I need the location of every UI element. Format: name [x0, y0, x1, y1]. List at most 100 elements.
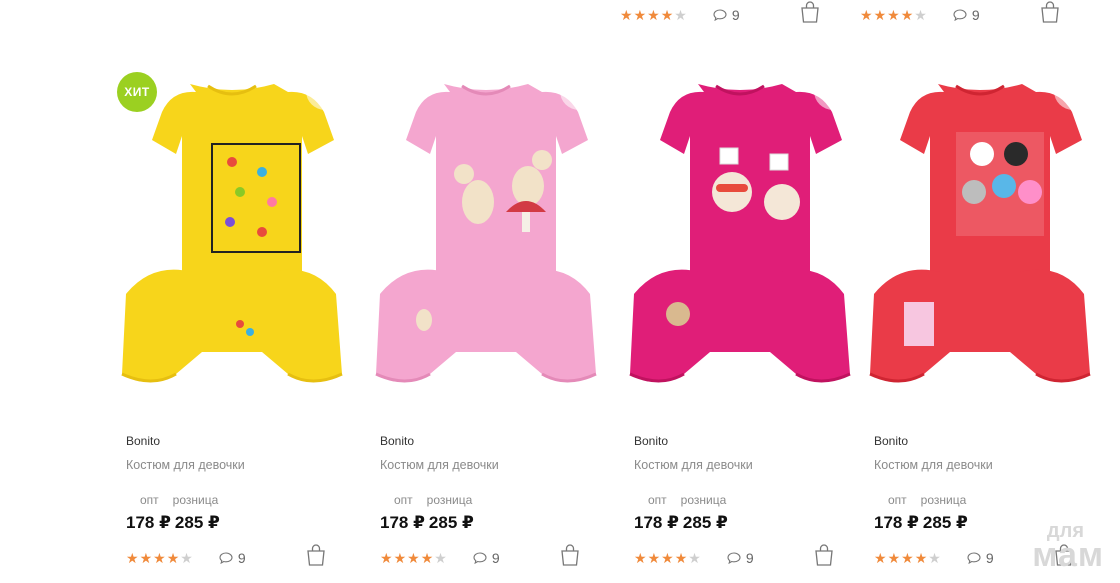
rating-stars: ★ ★ ★ ★ ★ — [634, 551, 701, 565]
favorite-button[interactable] — [560, 72, 598, 110]
star-icon: ★ — [139, 550, 153, 566]
product-meta: ★ ★ ★ ★ ★ 9 — [874, 548, 994, 568]
star-icon: ★ — [647, 550, 661, 566]
star-icon: ★ — [901, 550, 914, 566]
product-name[interactable]: Костюм для девочки — [380, 458, 499, 472]
comment-icon — [713, 9, 727, 21]
heart-icon — [824, 82, 842, 100]
comments-count: 9 — [237, 550, 246, 566]
price-opt: 178 ₽ — [380, 513, 425, 532]
favorite-button[interactable] — [814, 72, 852, 110]
star-icon: ★ — [380, 550, 393, 566]
shopping-bag-icon[interactable] — [813, 543, 835, 567]
star-icon: ★ — [647, 7, 660, 23]
comment-icon — [967, 552, 981, 564]
opt-label: опт — [888, 493, 907, 507]
comments-link[interactable]: 9 — [967, 550, 994, 566]
product-photo[interactable] — [366, 62, 606, 402]
star-icon: ★ — [887, 550, 901, 566]
product-meta: ★ ★ ★ ★ ★ 9 — [634, 548, 754, 568]
shopping-bag-icon[interactable] — [305, 543, 327, 567]
star-icon: ★ — [634, 550, 647, 566]
product-name[interactable]: Костюм для девочки — [634, 458, 753, 472]
product-photo[interactable] — [860, 62, 1100, 402]
product-card[interactable]: Bonito Костюм для девочки опт розница 17… — [366, 62, 606, 577]
star-icon: ★ — [153, 550, 166, 566]
star-icon: ★ — [660, 7, 674, 23]
product-brand[interactable]: Bonito — [380, 434, 414, 448]
product-photo[interactable] — [620, 62, 860, 402]
favorite-button[interactable] — [306, 72, 344, 110]
star-icon: ★ — [887, 7, 900, 23]
comments-link[interactable]: 9 — [953, 7, 980, 23]
product-card[interactable]: Bonito Костюм для девочки опт розница 17… — [860, 62, 1100, 577]
comments-count: 9 — [745, 550, 754, 566]
prices: 178 ₽ 285 ₽ — [634, 513, 728, 533]
shopping-bag-icon[interactable] — [1039, 0, 1061, 24]
opt-label: опт — [140, 493, 159, 507]
star-icon: ★ — [873, 7, 887, 23]
star-icon: ★ — [166, 550, 180, 566]
comments-count: 9 — [731, 7, 740, 23]
rating-stars: ★ ★ ★ ★ ★ — [126, 551, 193, 565]
product-card[interactable]: ХИТ Bonito Костюм для девочки опт розниц… — [112, 62, 352, 577]
star-icon: ★ — [420, 550, 434, 566]
star-icon: ★ — [620, 7, 633, 23]
star-icon: ★ — [674, 7, 687, 23]
top-meta-1: ★ ★ ★ ★ ★ 9 — [620, 4, 740, 26]
product-card[interactable]: Bonito Костюм для девочки опт розница 17… — [620, 62, 860, 577]
star-icon: ★ — [633, 7, 647, 23]
star-icon: ★ — [434, 550, 447, 566]
comment-icon — [953, 9, 967, 21]
heart-icon — [316, 82, 334, 100]
product-name[interactable]: Костюм для девочки — [126, 458, 245, 472]
price-labels: опт розница — [394, 493, 472, 507]
shopping-bag-icon[interactable] — [799, 0, 821, 24]
retail-label: розница — [172, 493, 219, 507]
comments-link[interactable]: 9 — [713, 7, 740, 23]
rating-stars: ★ ★ ★ ★ ★ — [860, 8, 927, 22]
watermark-line2: мам — [1032, 536, 1104, 574]
price-opt: 178 ₽ — [634, 513, 679, 532]
retail-label: розница — [920, 493, 967, 507]
product-meta: ★ ★ ★ ★ ★ 9 — [380, 548, 500, 568]
prices: 178 ₽ 285 ₽ — [380, 513, 474, 533]
rating-stars: ★ ★ ★ ★ ★ — [620, 8, 687, 22]
product-meta: ★ ★ ★ ★ ★ 9 — [126, 548, 246, 568]
price-opt: 178 ₽ — [874, 513, 919, 532]
comments-link[interactable]: 9 — [473, 550, 500, 566]
product-name[interactable]: Костюм для девочки — [874, 458, 993, 472]
price-labels: опт розница — [888, 493, 966, 507]
comments-count: 9 — [491, 550, 500, 566]
star-icon: ★ — [900, 7, 914, 23]
product-brand[interactable]: Bonito — [874, 434, 908, 448]
shopping-bag-icon[interactable] — [559, 543, 581, 567]
price-opt: 178 ₽ — [126, 513, 171, 532]
watermark-logo: для мам — [1032, 521, 1104, 574]
comments-link[interactable]: 9 — [219, 550, 246, 566]
price-retail: 285 ₽ — [174, 513, 220, 532]
star-icon: ★ — [914, 7, 927, 23]
product-brand[interactable]: Bonito — [126, 434, 160, 448]
comments-count: 9 — [971, 7, 980, 23]
comment-icon — [473, 552, 487, 564]
retail-label: розница — [680, 493, 727, 507]
rating-stars: ★ ★ ★ ★ ★ — [380, 551, 447, 565]
star-icon: ★ — [688, 550, 701, 566]
product-photo[interactable] — [112, 62, 352, 402]
star-icon: ★ — [914, 550, 928, 566]
star-icon: ★ — [407, 550, 420, 566]
comments-link[interactable]: 9 — [727, 550, 754, 566]
star-icon: ★ — [860, 7, 873, 23]
price-labels: опт розница — [648, 493, 726, 507]
favorite-button[interactable] — [1054, 72, 1092, 110]
star-icon: ★ — [661, 550, 674, 566]
star-icon: ★ — [126, 550, 139, 566]
hit-badge: ХИТ — [117, 72, 157, 112]
rating-stars: ★ ★ ★ ★ ★ — [874, 551, 941, 565]
price-retail: 285 ₽ — [922, 513, 968, 532]
product-brand[interactable]: Bonito — [634, 434, 668, 448]
heart-icon — [570, 82, 588, 100]
comment-icon — [219, 552, 233, 564]
comment-icon — [727, 552, 741, 564]
